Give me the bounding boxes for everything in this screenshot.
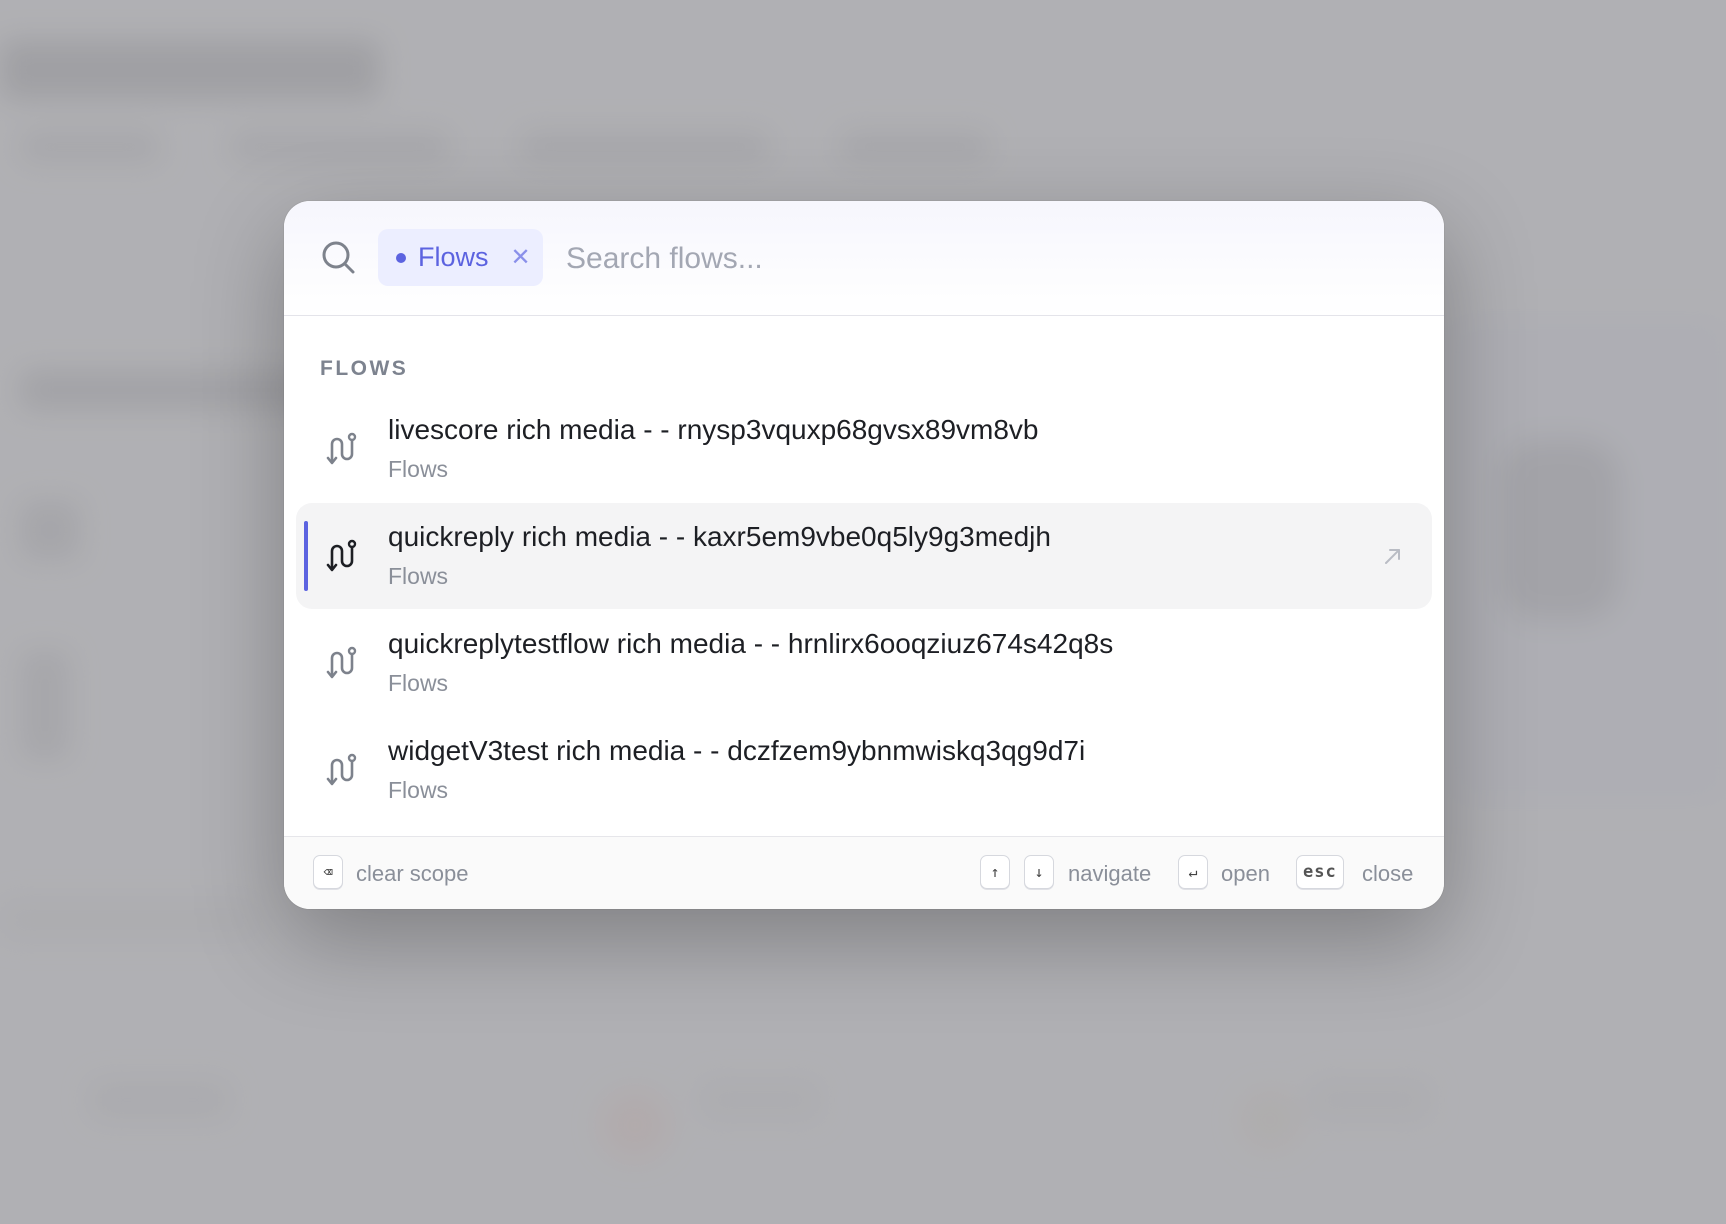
selection-indicator [304,521,308,591]
results-list: livescore rich media - - rnysp3vquxp68gv… [296,396,1432,824]
flow-icon [326,432,357,465]
arrow-up-key: ↑ [980,855,1010,889]
section-header-flows: FLOWS [320,357,409,380]
shortcut-footer: ⌫ clear scope ↑ ↓ navigate ↵ open esc cl… [284,836,1444,909]
esc-key: esc [1296,855,1344,889]
search-input[interactable] [564,231,1328,287]
flow-icon [326,539,357,572]
result-subtitle: Flows [388,456,449,482]
result-subtitle: Flows [388,563,449,589]
result-title: quickreply rich media - - kaxr5em9vbe0q5… [388,521,1051,552]
command-palette: Flows ✕ FLOWS livescore rich media - - r… [284,201,1444,909]
result-title: quickreplytestflow rich media - - hrnlir… [388,628,1114,659]
result-title: widgetV3test rich media - - dczfzem9ybnm… [388,735,1086,766]
backspace-key: ⌫ [313,855,343,889]
search-icon [322,241,355,274]
result-item[interactable]: livescore rich media - - rnysp3vquxp68gv… [296,396,1432,502]
enter-key: ↵ [1178,855,1208,889]
result-subtitle: Flows [388,777,449,803]
flow-icon [326,646,357,679]
result-item[interactable]: quickreplytestflow rich media - - hrnlir… [296,610,1432,716]
close-icon[interactable]: ✕ [511,245,531,270]
clear-scope-label: clear scope [356,861,469,886]
close-label: close [1362,861,1414,886]
arrow-down-key: ↓ [1024,855,1054,889]
result-subtitle: Flows [388,670,449,696]
result-title: livescore rich media - - rnysp3vquxp68gv… [388,414,1039,445]
scope-chip: Flows ✕ [378,229,543,286]
navigate-label: navigate [1068,861,1152,886]
flow-icon [326,753,357,786]
result-item[interactable]: widgetV3test rich media - - dczfzem9ybnm… [296,717,1432,823]
scope-dot-icon [396,252,406,263]
search-bar: Flows ✕ [284,201,1444,316]
open-label: open [1221,861,1270,886]
result-item-selected[interactable]: quickreply rich media - - kaxr5em9vbe0q5… [296,503,1432,609]
arrow-up-right-icon[interactable] [1382,545,1404,567]
scope-chip-label: Flows [418,242,489,272]
